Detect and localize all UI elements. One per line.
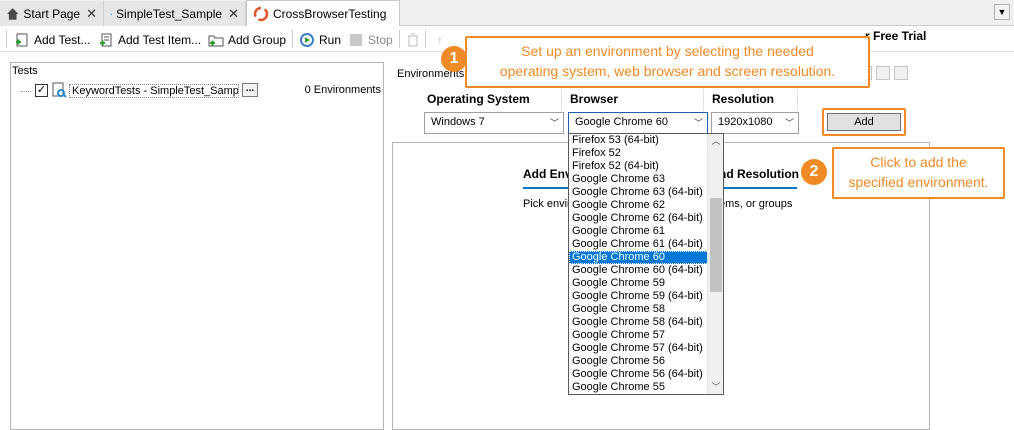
test-checkbox[interactable]: ✓ bbox=[35, 84, 48, 97]
dropdown-scrollbar[interactable]: ︿ ﹀ bbox=[707, 134, 723, 394]
browser-option[interactable]: Google Chrome 55 bbox=[569, 381, 723, 394]
step-badge-1: 1 bbox=[441, 46, 467, 72]
browser-select[interactable]: Google Chrome 60 ﹀ bbox=[568, 112, 708, 134]
delete-button[interactable] bbox=[405, 30, 425, 50]
browser-option[interactable]: Google Chrome 57 bbox=[569, 329, 723, 342]
browser-select-value: Google Chrome 60 bbox=[575, 116, 668, 128]
callout-step-2: Click to add the specified environment. bbox=[832, 147, 1005, 199]
add-env-tab-title-suffix: nd Resolution bbox=[719, 167, 799, 181]
browser-option[interactable]: Google Chrome 62 bbox=[569, 199, 723, 212]
add-test-button[interactable]: Add Test... bbox=[14, 30, 90, 50]
add-button-highlight: Add bbox=[822, 108, 906, 136]
toolbar-separator bbox=[292, 30, 293, 48]
settings-icon[interactable] bbox=[876, 66, 890, 80]
add-env-tab-title[interactable]: Add Env bbox=[523, 167, 572, 181]
browser-option[interactable]: Google Chrome 56 bbox=[569, 355, 723, 368]
browser-option[interactable]: Google Chrome 58 (64-bit) bbox=[569, 316, 723, 329]
tests-panel: Tests ✓ KeywordTests - SimpleTest_Sample… bbox=[10, 62, 384, 430]
tab-strip: Start Page ✕ SimpleTest_Sample ✕ CrossBr… bbox=[0, 0, 1014, 27]
add-test-icon bbox=[14, 32, 30, 48]
column-header-os: Operating System bbox=[419, 89, 562, 111]
close-icon[interactable]: ✕ bbox=[228, 6, 239, 22]
resolution-select[interactable]: 1920x1080 ﹀ bbox=[711, 112, 799, 134]
callout-2-line-2: specified environment. bbox=[848, 174, 989, 190]
toolbar-grip bbox=[6, 30, 7, 48]
browser-dropdown-list[interactable]: Firefox 53 (64-bit) Firefox 52 Firefox 52 … bbox=[568, 133, 724, 395]
tree-connector bbox=[21, 91, 31, 92]
run-button[interactable]: Run bbox=[299, 30, 341, 50]
add-group-button[interactable]: Add Group bbox=[208, 30, 286, 50]
browser-option[interactable]: Firefox 52 bbox=[569, 147, 723, 160]
arrow-up-icon: ↑ bbox=[437, 33, 443, 47]
run-label: Run bbox=[319, 33, 342, 47]
layout-icon[interactable] bbox=[894, 66, 908, 80]
chevron-down-icon: ﹀ bbox=[784, 118, 794, 128]
crossbrowser-icon bbox=[253, 6, 269, 21]
step-badge-2: 2 bbox=[801, 159, 827, 185]
project-icon bbox=[110, 12, 112, 15]
free-trial-link[interactable]: r Free Trial bbox=[865, 29, 926, 43]
browser-option[interactable]: Google Chrome 61 (64-bit) bbox=[569, 238, 723, 251]
browser-option[interactable]: Google Chrome 59 bbox=[569, 277, 723, 290]
close-icon[interactable]: ✕ bbox=[86, 6, 97, 22]
toolbar-separator bbox=[399, 30, 400, 48]
add-test-item-label: Add Test Item... bbox=[118, 33, 202, 47]
stop-label: Stop bbox=[368, 33, 393, 47]
tab-label: SimpleTest_Sample bbox=[116, 6, 223, 21]
browser-option[interactable]: Google Chrome 60 bbox=[569, 251, 723, 264]
run-icon bbox=[299, 32, 315, 48]
tab-overflow-chevron-down-icon[interactable]: ▼ bbox=[994, 4, 1010, 20]
browser-option[interactable]: Google Chrome 57 (64-bit) bbox=[569, 342, 723, 355]
browser-option[interactable]: Google Chrome 63 bbox=[569, 173, 723, 186]
tab-label: Start Page bbox=[23, 6, 81, 21]
chevron-down-icon: ﹀ bbox=[693, 118, 703, 128]
stop-button[interactable]: Stop bbox=[348, 30, 393, 50]
toolbar-separator bbox=[425, 30, 426, 48]
scroll-up-icon[interactable]: ︿ bbox=[708, 134, 723, 148]
add-environment-button[interactable]: Add bbox=[827, 113, 901, 131]
environment-count: 0 Environments bbox=[304, 84, 381, 96]
browser-option[interactable]: Google Chrome 58 bbox=[569, 303, 723, 316]
browser-option[interactable]: Firefox 52 (64-bit) bbox=[569, 160, 723, 173]
callout-1-line-1: Set up an environment by selecting the n… bbox=[521, 43, 814, 59]
tab-simpletest-sample[interactable]: SimpleTest_Sample ✕ bbox=[104, 1, 246, 26]
test-row[interactable]: ✓ KeywordTests - SimpleTest_Sample ... 0… bbox=[11, 81, 383, 101]
column-header-browser: Browser bbox=[562, 89, 704, 111]
column-header-resolution: Resolution bbox=[704, 89, 798, 111]
callout-1-line-2: operating system, web browser and screen… bbox=[499, 63, 836, 79]
pick-hint-text: Pick envir bbox=[523, 198, 571, 210]
add-test-item-icon bbox=[98, 32, 114, 48]
pick-hint-text-suffix: ems, or groups bbox=[719, 198, 793, 210]
keyword-test-icon bbox=[51, 82, 67, 98]
tests-header: Tests bbox=[12, 65, 38, 77]
test-name: KeywordTests - SimpleTest_Sample bbox=[69, 84, 239, 98]
browser-option[interactable]: Google Chrome 61 bbox=[569, 225, 723, 238]
os-select-value: Windows 7 bbox=[431, 116, 485, 128]
home-icon bbox=[6, 7, 19, 20]
browser-option[interactable]: Google Chrome 59 (64-bit) bbox=[569, 290, 723, 303]
add-test-item-button[interactable]: Add Test Item... bbox=[98, 30, 201, 50]
browser-option[interactable]: Google Chrome 60 (64-bit) bbox=[569, 264, 723, 277]
chevron-down-icon: ﹀ bbox=[549, 118, 559, 128]
tab-label: CrossBrowserTesting bbox=[273, 6, 387, 21]
browser-options: Firefox 53 (64-bit) Firefox 52 Firefox 52 … bbox=[569, 134, 723, 394]
folder-add-icon bbox=[208, 32, 224, 48]
callout-2-line-1: Click to add the bbox=[870, 154, 967, 170]
trash-icon bbox=[405, 32, 421, 48]
os-select[interactable]: Windows 7 ﹀ bbox=[424, 112, 564, 134]
callout-step-1: Set up an environment by selecting the n… bbox=[465, 36, 870, 88]
tab-crossbrowsertesting[interactable]: CrossBrowserTesting bbox=[246, 0, 400, 27]
browser-option[interactable]: Google Chrome 63 (64-bit) bbox=[569, 186, 723, 199]
tab-start-page[interactable]: Start Page ✕ bbox=[0, 1, 104, 26]
scroll-thumb[interactable] bbox=[710, 198, 722, 292]
browser-option[interactable]: Firefox 53 (64-bit) bbox=[569, 134, 723, 147]
scroll-down-icon[interactable]: ﹀ bbox=[708, 380, 723, 394]
browser-option[interactable]: Google Chrome 62 (64-bit) bbox=[569, 212, 723, 225]
browser-option[interactable]: Google Chrome 56 (64-bit) bbox=[569, 368, 723, 381]
add-test-label: Add Test... bbox=[34, 33, 91, 47]
stop-icon bbox=[348, 32, 364, 48]
resolution-select-value: 1920x1080 bbox=[718, 116, 773, 128]
add-group-label: Add Group bbox=[228, 33, 287, 47]
ellipsis-button[interactable]: ... bbox=[242, 83, 258, 97]
